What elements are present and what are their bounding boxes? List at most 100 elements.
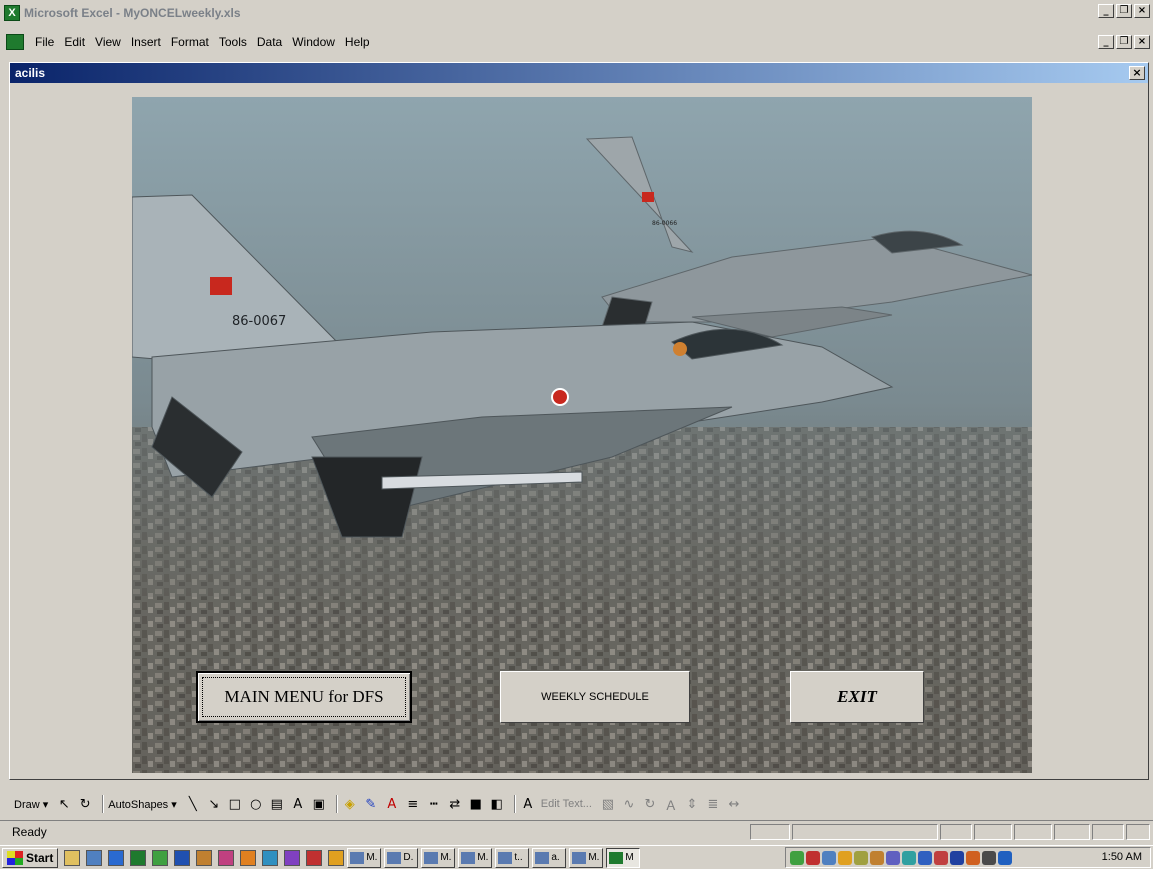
arrow-style-icon[interactable]: ⇄ <box>447 796 463 812</box>
userform-acilis: acilis × 86-0066 86-0067 MAIN MENU for D… <box>9 62 1149 780</box>
free-rotate-icon[interactable]: ↻ <box>77 796 93 812</box>
tray-icon[interactable] <box>806 850 820 865</box>
word-quicklaunch-icon[interactable] <box>174 849 191 866</box>
tray-icon[interactable] <box>966 850 980 865</box>
system-tray: 1:50 AM <box>785 847 1151 868</box>
taskbar-item[interactable]: t.. <box>495 847 530 868</box>
fill-color-icon[interactable]: ◈ <box>342 796 358 812</box>
doc-minimize-button[interactable]: _ <box>1098 35 1114 49</box>
status-panel <box>1092 824 1124 840</box>
select-objects-icon[interactable]: ↖ <box>56 796 72 812</box>
start-flag-icon <box>7 850 23 865</box>
rectangle-icon[interactable]: □ <box>227 796 243 812</box>
drawing-toolbar: Draw ▾ ↖ ↻ AutoShapes ▾ ╲ ↘ □ ○ ▤ A ▣ ◈ … <box>0 792 1153 816</box>
menu-window[interactable]: Window <box>287 35 340 49</box>
taskbar: Start M. D. M. M. t.. a. M. M 1:50 AM <box>0 845 1153 869</box>
weekly-schedule-button[interactable]: WEEKLY SCHEDULE <box>500 671 690 723</box>
arrow-icon[interactable]: ↘ <box>206 796 222 812</box>
tray-icon[interactable] <box>886 850 900 865</box>
tray-icon[interactable] <box>934 850 948 865</box>
excel-icon[interactable]: X <box>4 4 20 21</box>
tray-icon[interactable] <box>902 850 916 865</box>
restore-button[interactable]: ❐ <box>1116 4 1132 18</box>
format-wordart-icon[interactable]: ▧ <box>600 796 616 812</box>
status-text: Ready <box>12 825 47 839</box>
wordart-icon[interactable]: A <box>290 796 306 812</box>
ie-icon[interactable] <box>108 849 125 866</box>
line-color-icon[interactable]: ✎ <box>363 796 379 812</box>
text-box-icon[interactable]: ▤ <box>269 796 285 812</box>
font-color-icon[interactable]: A <box>384 796 400 812</box>
menu-tools[interactable]: Tools <box>214 35 252 49</box>
3d-icon[interactable]: ◧ <box>489 796 505 812</box>
clock[interactable]: 1:50 AM <box>1102 851 1142 863</box>
quicklaunch-icon[interactable] <box>86 849 103 866</box>
autoshapes-menu-button[interactable]: AutoShapes ▾ <box>108 798 177 811</box>
menu-insert[interactable]: Insert <box>126 35 166 49</box>
tray-icon[interactable] <box>918 850 932 865</box>
focus-rectangle <box>202 677 406 717</box>
status-panel <box>974 824 1012 840</box>
main-menu-button[interactable]: MAIN MENU for DFS <box>196 671 412 723</box>
draw-menu-button[interactable]: Draw ▾ <box>14 798 48 811</box>
line-icon[interactable]: ╲ <box>185 796 201 812</box>
line-style-icon[interactable]: ≡ <box>405 796 421 812</box>
quicklaunch-icon[interactable] <box>306 849 323 866</box>
taskbar-item[interactable]: M. <box>458 847 493 868</box>
clip-art-icon[interactable]: ▣ <box>311 796 327 812</box>
start-button[interactable]: Start <box>2 847 59 868</box>
menu-view[interactable]: View <box>90 35 126 49</box>
oval-icon[interactable]: ○ <box>248 796 264 812</box>
tray-icon[interactable] <box>854 850 868 865</box>
vertical-text-icon[interactable]: ⇕ <box>684 796 700 812</box>
taskbar-item-active[interactable]: M <box>606 847 641 868</box>
menu-edit[interactable]: Edit <box>59 35 90 49</box>
quicklaunch-icon[interactable] <box>262 849 279 866</box>
menu-format[interactable]: Format <box>166 35 214 49</box>
quicklaunch-icon[interactable] <box>64 849 81 866</box>
menu-data[interactable]: Data <box>252 35 287 49</box>
tray-icon[interactable] <box>950 850 964 865</box>
menu-bar: File Edit View Insert Format Tools Data … <box>0 31 1153 53</box>
quicklaunch-icon[interactable] <box>218 849 235 866</box>
alignment-icon[interactable]: ≣ <box>705 796 721 812</box>
tray-icon[interactable] <box>870 850 884 865</box>
taskbar-item[interactable]: M. <box>347 847 382 868</box>
menu-help[interactable]: Help <box>340 35 375 49</box>
tray-icon[interactable] <box>982 850 996 865</box>
taskbar-item[interactable]: D. <box>384 847 419 868</box>
taskbar-item[interactable]: M. <box>569 847 604 868</box>
status-bar: Ready <box>0 820 1153 842</box>
doc-close-button[interactable]: × <box>1134 35 1150 49</box>
second-jet-tail-number: 86-0066 <box>652 220 677 227</box>
powerpoint-quicklaunch-icon[interactable] <box>240 849 257 866</box>
insert-wordart-icon[interactable]: A <box>520 796 536 812</box>
quicklaunch-icon[interactable] <box>152 849 169 866</box>
quicklaunch-icon[interactable] <box>196 849 213 866</box>
same-letter-heights-icon[interactable]: Ａ <box>663 796 679 814</box>
status-panel <box>940 824 972 840</box>
exit-button[interactable]: EXIT <box>790 671 924 723</box>
tray-icon[interactable] <box>822 850 836 865</box>
excel-quicklaunch-icon[interactable] <box>130 849 147 866</box>
shadow-icon[interactable]: ■ <box>468 796 484 812</box>
wordart-shape-icon[interactable]: ∿ <box>621 796 637 812</box>
tray-icon[interactable] <box>838 850 852 865</box>
tray-icon[interactable] <box>790 850 804 865</box>
character-spacing-icon[interactable]: ↔ <box>726 796 742 812</box>
quicklaunch-icon[interactable] <box>328 849 345 866</box>
workbook-icon[interactable] <box>6 34 24 50</box>
tray-icons <box>790 850 1012 865</box>
edit-text-button[interactable]: Edit Text... <box>541 798 592 810</box>
doc-restore-button[interactable]: ❐ <box>1116 35 1132 49</box>
quicklaunch-icon[interactable] <box>284 849 301 866</box>
tray-icon[interactable] <box>998 850 1012 865</box>
wordart-rotate-icon[interactable]: ↻ <box>642 796 658 812</box>
menu-file[interactable]: File <box>30 35 59 49</box>
minimize-button[interactable]: _ <box>1098 4 1114 18</box>
form-close-button[interactable]: × <box>1129 66 1145 80</box>
dash-style-icon[interactable]: ┅ <box>426 796 442 812</box>
taskbar-item[interactable]: a. <box>532 847 567 868</box>
taskbar-item[interactable]: M. <box>421 847 456 868</box>
close-button[interactable]: × <box>1134 4 1150 18</box>
